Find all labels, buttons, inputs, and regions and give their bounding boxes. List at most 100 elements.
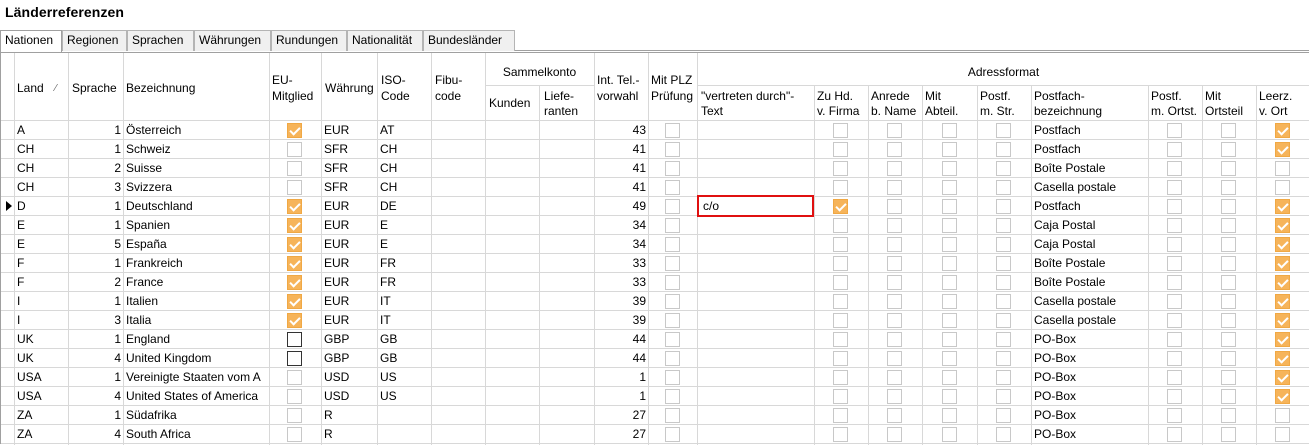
checkbox-plz-pruefung[interactable]: [665, 275, 680, 290]
checkbox-zu-hd[interactable]: [833, 294, 848, 309]
checkbox-eu-mitglied[interactable]: [287, 389, 302, 404]
tab-sprachen[interactable]: Sprachen: [127, 30, 194, 51]
checkbox-zu-hd[interactable]: [833, 256, 848, 271]
checkbox-eu-mitglied[interactable]: [287, 237, 302, 252]
checkbox-plz-pruefung[interactable]: [665, 161, 680, 176]
checkbox-eu-mitglied[interactable]: [287, 313, 302, 328]
checkbox-postf-ortst[interactable]: [1167, 123, 1182, 138]
checkbox-postf-ortst[interactable]: [1167, 180, 1182, 195]
checkbox-postf-str[interactable]: [996, 161, 1011, 176]
checkbox-mit-abteil[interactable]: [942, 332, 957, 347]
checkbox-plz-pruefung[interactable]: [665, 351, 680, 366]
checkbox-zu-hd[interactable]: [833, 218, 848, 233]
checkbox-mit-ortsteil[interactable]: [1221, 123, 1236, 138]
checkbox-postf-ortst[interactable]: [1167, 408, 1182, 423]
checkbox-leerz-ort[interactable]: [1275, 199, 1290, 214]
checkbox-eu-mitglied[interactable]: [287, 370, 302, 385]
checkbox-mit-abteil[interactable]: [942, 294, 957, 309]
checkbox-postf-str[interactable]: [996, 408, 1011, 423]
checkbox-leerz-ort[interactable]: [1275, 275, 1290, 290]
checkbox-mit-abteil[interactable]: [942, 313, 957, 328]
checkbox-mit-abteil[interactable]: [942, 180, 957, 195]
checkbox-anrede[interactable]: [887, 237, 902, 252]
checkbox-eu-mitglied[interactable]: [287, 180, 302, 195]
checkbox-anrede[interactable]: [887, 256, 902, 271]
checkbox-leerz-ort[interactable]: [1275, 427, 1290, 442]
checkbox-plz-pruefung[interactable]: [665, 313, 680, 328]
checkbox-anrede[interactable]: [887, 161, 902, 176]
checkbox-zu-hd[interactable]: [833, 180, 848, 195]
checkbox-plz-pruefung[interactable]: [665, 123, 680, 138]
checkbox-mit-ortsteil[interactable]: [1221, 370, 1236, 385]
checkbox-anrede[interactable]: [887, 275, 902, 290]
checkbox-anrede[interactable]: [887, 142, 902, 157]
checkbox-mit-ortsteil[interactable]: [1221, 313, 1236, 328]
checkbox-leerz-ort[interactable]: [1275, 370, 1290, 385]
checkbox-anrede[interactable]: [887, 351, 902, 366]
checkbox-anrede[interactable]: [887, 218, 902, 233]
nations-grid[interactable]: Land ⁄ Sprache Bezeichnung EU- Mitglied Währun…: [0, 52, 1309, 445]
checkbox-mit-ortsteil[interactable]: [1221, 427, 1236, 442]
checkbox-zu-hd[interactable]: [833, 199, 848, 214]
checkbox-mit-abteil[interactable]: [942, 351, 957, 366]
checkbox-mit-abteil[interactable]: [942, 370, 957, 385]
checkbox-plz-pruefung[interactable]: [665, 427, 680, 442]
checkbox-postf-str[interactable]: [996, 294, 1011, 309]
checkbox-zu-hd[interactable]: [833, 123, 848, 138]
checkbox-leerz-ort[interactable]: [1275, 123, 1290, 138]
checkbox-leerz-ort[interactable]: [1275, 408, 1290, 423]
checkbox-leerz-ort[interactable]: [1275, 180, 1290, 195]
checkbox-mit-abteil[interactable]: [942, 218, 957, 233]
checkbox-mit-ortsteil[interactable]: [1221, 142, 1236, 157]
checkbox-mit-ortsteil[interactable]: [1221, 389, 1236, 404]
checkbox-plz-pruefung[interactable]: [665, 199, 680, 214]
checkbox-plz-pruefung[interactable]: [665, 256, 680, 271]
checkbox-plz-pruefung[interactable]: [665, 332, 680, 347]
checkbox-anrede[interactable]: [887, 370, 902, 385]
checkbox-postf-ortst[interactable]: [1167, 351, 1182, 366]
checkbox-leerz-ort[interactable]: [1275, 237, 1290, 252]
checkbox-anrede[interactable]: [887, 180, 902, 195]
checkbox-mit-ortsteil[interactable]: [1221, 256, 1236, 271]
checkbox-anrede[interactable]: [887, 389, 902, 404]
checkbox-leerz-ort[interactable]: [1275, 313, 1290, 328]
checkbox-plz-pruefung[interactable]: [665, 180, 680, 195]
checkbox-postf-ortst[interactable]: [1167, 313, 1182, 328]
checkbox-eu-mitglied[interactable]: [287, 256, 302, 271]
tab-regionen[interactable]: Regionen: [62, 30, 127, 51]
checkbox-postf-str[interactable]: [996, 237, 1011, 252]
checkbox-eu-mitglied[interactable]: [287, 161, 302, 176]
checkbox-postf-str[interactable]: [996, 351, 1011, 366]
checkbox-mit-ortsteil[interactable]: [1221, 351, 1236, 366]
checkbox-mit-ortsteil[interactable]: [1221, 332, 1236, 347]
checkbox-anrede[interactable]: [887, 427, 902, 442]
checkbox-zu-hd[interactable]: [833, 161, 848, 176]
checkbox-postf-ortst[interactable]: [1167, 294, 1182, 309]
checkbox-plz-pruefung[interactable]: [665, 294, 680, 309]
checkbox-zu-hd[interactable]: [833, 237, 848, 252]
checkbox-postf-str[interactable]: [996, 256, 1011, 271]
checkbox-eu-mitglied[interactable]: [287, 294, 302, 309]
checkbox-plz-pruefung[interactable]: [665, 142, 680, 157]
checkbox-mit-ortsteil[interactable]: [1221, 161, 1236, 176]
checkbox-leerz-ort[interactable]: [1275, 389, 1290, 404]
checkbox-postf-ortst[interactable]: [1167, 218, 1182, 233]
sort-icon[interactable]: ⁄: [55, 81, 57, 96]
checkbox-plz-pruefung[interactable]: [665, 370, 680, 385]
checkbox-mit-ortsteil[interactable]: [1221, 237, 1236, 252]
checkbox-mit-ortsteil[interactable]: [1221, 199, 1236, 214]
checkbox-postf-ortst[interactable]: [1167, 256, 1182, 271]
tab-rundungen[interactable]: Rundungen: [271, 30, 347, 51]
checkbox-plz-pruefung[interactable]: [665, 218, 680, 233]
checkbox-plz-pruefung[interactable]: [665, 389, 680, 404]
checkbox-postf-ortst[interactable]: [1167, 389, 1182, 404]
checkbox-anrede[interactable]: [887, 123, 902, 138]
checkbox-postf-str[interactable]: [996, 389, 1011, 404]
tab-nationen[interactable]: Nationen: [0, 30, 62, 52]
checkbox-mit-ortsteil[interactable]: [1221, 218, 1236, 233]
checkbox-eu-mitglied[interactable]: [287, 332, 302, 347]
checkbox-mit-abteil[interactable]: [942, 427, 957, 442]
checkbox-postf-str[interactable]: [996, 142, 1011, 157]
checkbox-postf-ortst[interactable]: [1167, 199, 1182, 214]
checkbox-leerz-ort[interactable]: [1275, 218, 1290, 233]
